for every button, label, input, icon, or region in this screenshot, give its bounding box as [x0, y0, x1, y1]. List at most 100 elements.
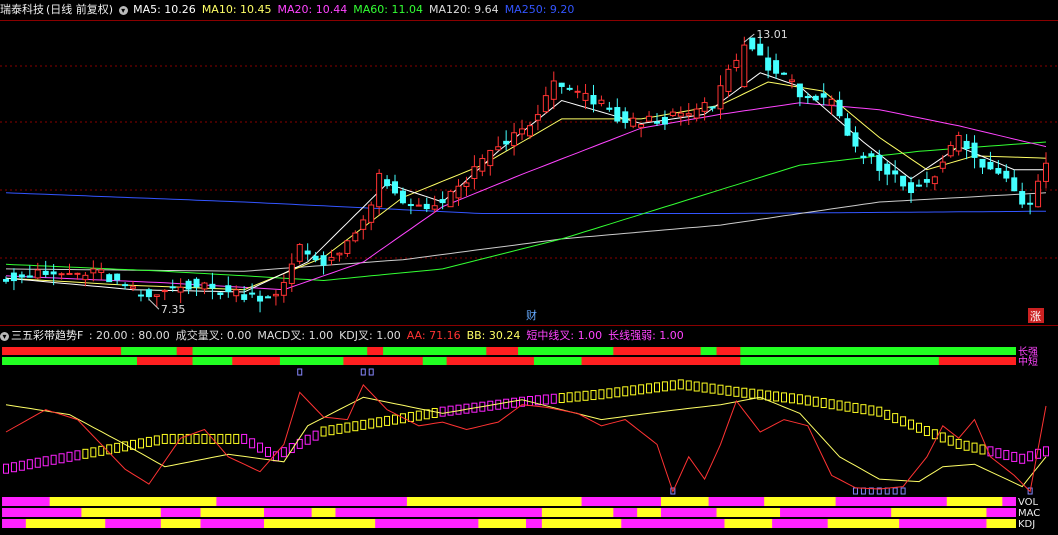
candle-body: [106, 274, 113, 283]
band-kdj: [105, 519, 169, 528]
band-short-mid: [2, 357, 145, 365]
trend-square: [98, 445, 105, 456]
candle-body: [50, 271, 57, 275]
ma10-line: [5, 81, 1047, 291]
candle-body: [376, 172, 383, 208]
trend-square: [796, 394, 803, 405]
band-vol: [581, 497, 669, 506]
band-kdj: [986, 519, 1016, 528]
trend-square: [915, 422, 922, 433]
candle-body: [193, 278, 200, 288]
trend-square: [908, 419, 915, 430]
trend-square: [828, 399, 835, 410]
ma120-line: [5, 192, 1047, 272]
candle-body: [685, 113, 692, 116]
band-macd: [541, 508, 622, 517]
trend-square: [852, 402, 859, 413]
candle-body: [161, 290, 168, 293]
trend-square: [598, 389, 605, 400]
candle-body: [328, 256, 335, 261]
candle-body: [169, 286, 176, 289]
candle-body: [288, 263, 295, 284]
trend-square: [630, 385, 637, 396]
trend-square: [233, 433, 240, 444]
candle-body: [185, 280, 192, 290]
oversold-marker: [852, 487, 858, 495]
trend-square: [566, 392, 573, 403]
candle-body: [336, 252, 343, 256]
overbought-marker: [297, 368, 303, 376]
trend-square: [249, 438, 256, 449]
candle-body: [264, 296, 271, 299]
candle-body: [153, 294, 160, 298]
candle-body: [304, 250, 311, 255]
candle-body: [495, 146, 502, 151]
trend-square: [495, 399, 502, 410]
candle-body: [677, 112, 684, 117]
trend-square: [241, 433, 248, 444]
candle-body: [66, 272, 73, 275]
main-chart[interactable]: 13.017.35 财涨长强中短VOLMACKDJ: [0, 0, 1058, 535]
candle-body: [693, 108, 700, 119]
trend-square: [701, 382, 708, 393]
trend-square: [431, 407, 438, 418]
candle-body: [892, 170, 899, 175]
trend-square: [558, 393, 565, 404]
trend-square: [169, 433, 176, 444]
candle-body: [844, 118, 851, 136]
candle-body: [18, 274, 25, 278]
low-marker-line: [148, 298, 160, 310]
candle-body: [638, 124, 645, 128]
indicator-legend-item: AA: 71.16: [406, 329, 461, 342]
trend-square: [844, 401, 851, 412]
ma5-line: [5, 72, 1046, 293]
trend-square: [661, 381, 668, 392]
candle-body: [1011, 177, 1018, 192]
trend-square: [987, 446, 994, 457]
trend-square: [971, 442, 978, 453]
band-vol: [946, 497, 1011, 506]
event-zhang-label: 涨: [1030, 310, 1041, 323]
trend-square: [892, 413, 899, 424]
trend-square: [137, 438, 144, 449]
band-label-short: 中短: [1018, 355, 1038, 368]
candle-body: [392, 181, 399, 194]
candle-body: [98, 269, 105, 273]
trend-square: [503, 398, 510, 409]
low-price-label: 7.35: [161, 303, 186, 316]
indicator-legend: : 20.00 : 80.00 成交量叉: 0.00 MACD叉: 1.00 KDJ叉…: [89, 329, 690, 342]
trend-square: [352, 421, 359, 432]
candle-body: [979, 158, 986, 168]
candle-body: [439, 199, 446, 204]
candle-body: [431, 205, 438, 210]
candle-body: [233, 289, 240, 297]
trend-square: [820, 397, 827, 408]
candle-body: [669, 111, 676, 117]
trend-square: [439, 406, 446, 417]
candle-body: [622, 111, 629, 123]
trend-square: [50, 454, 57, 465]
trend-square: [201, 433, 208, 444]
trend-square: [709, 383, 716, 394]
candle-body: [1043, 162, 1049, 182]
trend-square: [717, 384, 724, 395]
candle-body: [26, 275, 33, 278]
candle-body: [296, 244, 303, 262]
overbought-marker: [368, 368, 374, 376]
candle-body: [511, 132, 518, 147]
trend-square: [90, 447, 97, 458]
candle-body: [963, 140, 970, 150]
candle-body: [733, 59, 740, 69]
indicator-header: ▾ 三五彩带趋势F : 20.00 : 80.00 成交量叉: 0.00 MACD叉:…: [0, 326, 692, 346]
indicator-legend-item: 短中线叉: 1.00: [526, 329, 603, 342]
trend-square: [145, 436, 152, 447]
candle-body: [661, 116, 668, 125]
candle-body: [542, 95, 549, 113]
band-long-strength: [383, 347, 495, 355]
band-label-vol: VOL: [1018, 497, 1039, 508]
candle-body: [606, 107, 613, 110]
candle-body: [749, 37, 756, 50]
candle-body: [868, 153, 875, 157]
chevron-down-icon[interactable]: ▾: [0, 331, 9, 341]
band-vol: [708, 497, 773, 506]
